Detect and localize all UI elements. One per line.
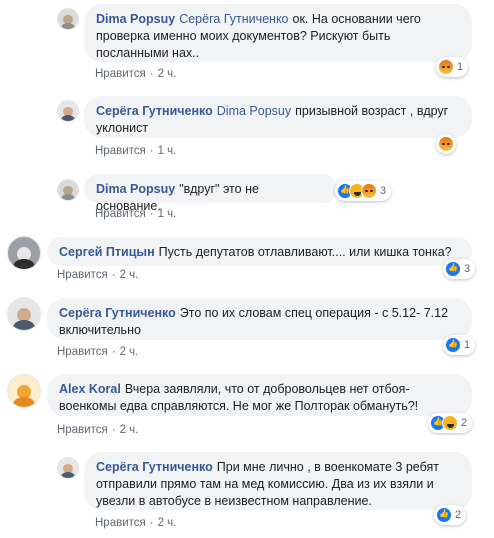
comment-text-line: призывной возраст , вдруг xyxy=(295,104,449,118)
reaction-count: 2 xyxy=(455,509,462,521)
separator: · xyxy=(149,517,154,529)
comment-actions: Нравится · 1 ч. xyxy=(95,208,176,220)
comment-text-line: уклонист xyxy=(96,121,149,135)
like-link[interactable]: Нравится xyxy=(57,346,108,358)
comment-time[interactable]: 1 ч. xyxy=(158,208,177,220)
avatar[interactable] xyxy=(7,297,41,331)
comment-author[interactable]: Серёга Гутниченко xyxy=(96,460,213,474)
comment-bubble: Сергей Птицын Пусть депутатов отлавливают… xyxy=(47,237,472,266)
comment-actions: Нравится · 2 ч. xyxy=(95,68,176,80)
comment-actions: Нравится · 2 ч. xyxy=(57,269,138,281)
comment-text-line: проверка именно моих документов? Рискуют… xyxy=(96,29,391,43)
comment-author[interactable]: Dima Popsuy xyxy=(96,12,175,26)
comment-text-line: военкомы едва справляются. Не мог же Пол… xyxy=(59,399,419,413)
comment-actions: Нравится · 2 ч. xyxy=(57,346,138,358)
comment-time[interactable]: 2 ч. xyxy=(120,269,139,281)
avatar[interactable] xyxy=(57,8,79,30)
comment-actions: Нравится · 2 ч. xyxy=(95,517,176,529)
comment-author[interactable]: Сергей Птицын xyxy=(59,245,155,259)
reactions-summary[interactable]: 3 xyxy=(335,181,392,201)
comment-time[interactable]: 2 ч. xyxy=(120,346,139,358)
comment-mention[interactable]: Серёга Гутниченко xyxy=(179,12,288,26)
like-link[interactable]: Нравится xyxy=(57,269,108,281)
like-link[interactable]: Нравится xyxy=(95,208,146,220)
reactions-summary[interactable]: 1 xyxy=(443,335,476,355)
comment-text-line: увезли в автобусе в неизвестном направле… xyxy=(96,494,372,508)
comment-text-line: включительно xyxy=(59,323,141,337)
angry-icon xyxy=(438,59,454,75)
comment-bubble: Серёга Гутниченко Dima Popsuy призывной во… xyxy=(84,96,472,138)
like-icon xyxy=(445,261,461,277)
angry-icon xyxy=(361,183,377,199)
reactions-summary[interactable]: 1 xyxy=(436,57,469,77)
reaction-count: 2 xyxy=(461,417,468,429)
like-link[interactable]: Нравится xyxy=(57,424,108,436)
comment-text-line: При мне лично , в военкомате 3 ребят xyxy=(216,460,439,474)
like-icon xyxy=(436,507,452,523)
separator: · xyxy=(111,269,116,281)
comment-text-line: посланными нах.. xyxy=(96,46,200,60)
angry-icon xyxy=(438,136,454,152)
like-link[interactable]: Нравится xyxy=(95,68,146,80)
comment-time[interactable]: 2 ч. xyxy=(158,517,177,529)
separator: · xyxy=(149,68,154,80)
comment-time[interactable]: 2 ч. xyxy=(158,68,177,80)
like-link[interactable]: Нравится xyxy=(95,517,146,529)
comment-bubble: Серёга Гутниченко При мне лично , в военк… xyxy=(84,452,472,510)
comment-author[interactable]: Серёга Гутниченко xyxy=(59,306,176,320)
comment-mention[interactable]: Dima Popsuy xyxy=(217,104,291,118)
comment-bubble: Dima Popsuy Серёга Гутниченко ок. На основ… xyxy=(84,4,472,62)
avatar[interactable] xyxy=(57,457,79,479)
comment-text-line: Пусть депутатов отлавливают.... или кишк… xyxy=(158,245,452,259)
avatar[interactable] xyxy=(57,100,79,122)
comment-text-line: отправили прямо там на мед комиссию. Два… xyxy=(96,477,434,491)
comment-bubble: Серёга Гутниченко Это по их словам спец о… xyxy=(47,298,472,340)
avatar[interactable] xyxy=(57,179,79,201)
reaction-count: 3 xyxy=(464,263,471,275)
like-icon xyxy=(445,337,461,353)
reactions-summary[interactable] xyxy=(436,134,456,154)
reactions-summary[interactable]: 2 xyxy=(434,505,467,525)
comment-text-line: Это по их словам спец операция - с 5.12-… xyxy=(179,306,449,320)
comment-time[interactable]: 2 ч. xyxy=(120,424,139,436)
separator: · xyxy=(111,346,116,358)
comment-actions: Нравится · 2 ч. xyxy=(57,424,138,436)
comment-author[interactable]: Dima Popsuy xyxy=(96,182,175,196)
comment-bubble: Alex Koral Вчера заявляли, что от доброво… xyxy=(47,374,472,416)
reactions-summary[interactable]: 3 xyxy=(443,259,476,279)
comment-author[interactable]: Серёга Гутниченко xyxy=(96,104,213,118)
like-link[interactable]: Нравится xyxy=(95,145,146,157)
avatar[interactable] xyxy=(7,236,41,270)
comment-text-line: Вчера заявляли, что от добровольцев нет … xyxy=(124,382,410,396)
comment-time[interactable]: 1 ч. xyxy=(158,145,177,157)
reaction-count: 3 xyxy=(380,185,387,197)
avatar[interactable] xyxy=(7,374,41,408)
separator: · xyxy=(111,424,116,436)
separator: · xyxy=(149,208,154,220)
comment-author[interactable]: Alex Koral xyxy=(59,382,121,396)
comment-bubble: Dima Popsuy "вдруг" это не основание. xyxy=(84,174,337,213)
separator: · xyxy=(149,145,154,157)
reaction-count: 1 xyxy=(457,61,464,73)
reaction-count: 1 xyxy=(464,339,471,351)
reactions-summary[interactable]: 2 xyxy=(428,413,473,433)
comment-actions: Нравится · 1 ч. xyxy=(95,145,176,157)
haha-icon xyxy=(442,415,458,431)
comment-text-line: ок. На основании чего xyxy=(292,12,421,26)
